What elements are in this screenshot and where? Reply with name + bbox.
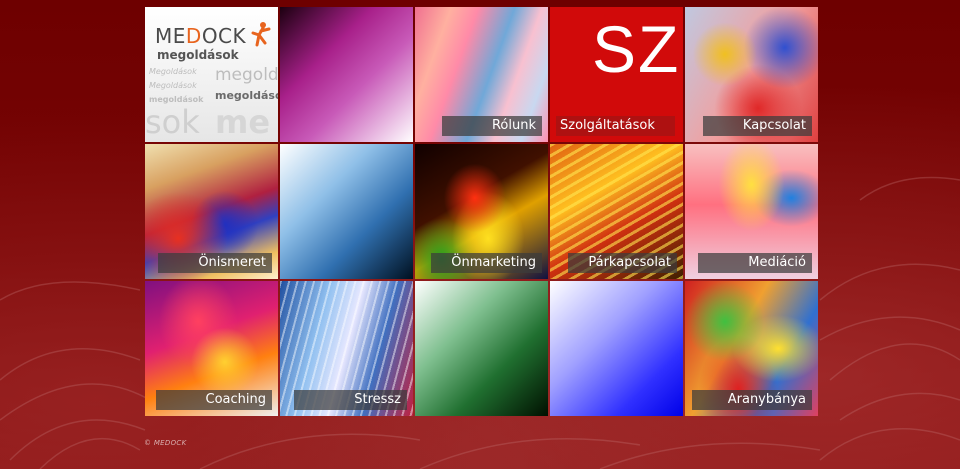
tile-label-rolunk: Rólunk <box>441 116 542 136</box>
dancer-logo-icon <box>251 22 271 47</box>
footer-copyright: © MEDOCK <box>144 439 187 447</box>
logo-bg-word: Megoldások <box>149 67 197 76</box>
brand-part: OCK <box>201 24 247 48</box>
tile-stressz[interactable]: Stressz <box>280 281 413 416</box>
tile-label-kapcsolat: Kapcsolat <box>702 116 812 136</box>
tile-label-szolgaltatasok: Szolgáltatások <box>556 116 675 136</box>
tile-mediacio[interactable]: Mediáció <box>685 144 818 279</box>
tile-blue[interactable] <box>280 144 413 279</box>
tile-coaching[interactable]: Coaching <box>145 281 278 416</box>
tile-kapcsolat[interactable]: Kapcsolat <box>685 7 818 142</box>
logo-bg-word: Megoldások <box>149 81 197 90</box>
logo-bg-word: megoldások <box>215 89 278 102</box>
tile-magenta[interactable] <box>280 7 413 142</box>
tile-parkapcsolat[interactable]: Párkapcsolat <box>550 144 683 279</box>
medock-logo: Megoldások megold megoldások megoldások … <box>145 7 278 142</box>
tile-onismeret[interactable]: Önismeret <box>145 144 278 279</box>
logo-bg-word: sok <box>145 103 200 141</box>
brand-name: MEDOCK <box>155 24 246 48</box>
logo-bg-word: megold <box>215 65 278 85</box>
tile-grid: Megoldások megold megoldások megoldások … <box>145 7 818 417</box>
tile-label-aranybanya: Aranybánya <box>691 390 812 410</box>
tile-label-onismeret: Önismeret <box>158 253 272 273</box>
tile-label-coaching: Coaching <box>155 390 272 410</box>
logo-bg-word: me <box>215 103 271 141</box>
tile-label-mediacio: Mediáció <box>698 253 812 273</box>
tile-violet[interactable] <box>550 281 683 416</box>
tile-szolgaltatasok[interactable]: SZ Szolgáltatások <box>550 7 683 142</box>
tile-label-onmarketing: Önmarketing <box>431 253 542 273</box>
tile-green[interactable] <box>415 281 548 416</box>
tile-label-stressz: Stressz <box>294 390 407 410</box>
tile-onmarketing[interactable]: Önmarketing <box>415 144 548 279</box>
sz-big-text: SZ <box>592 12 681 86</box>
tile-rolunk[interactable]: Rólunk <box>415 7 548 142</box>
brand-part: ME <box>155 24 186 48</box>
tile-logo[interactable]: Megoldások megold megoldások megoldások … <box>145 7 278 142</box>
tile-label-parkapcsolat: Párkapcsolat <box>568 253 677 273</box>
brand-part: D <box>185 24 202 48</box>
tile-aranybanya[interactable]: Aranybánya <box>685 281 818 416</box>
brand-subtitle: megoldások <box>157 48 239 62</box>
